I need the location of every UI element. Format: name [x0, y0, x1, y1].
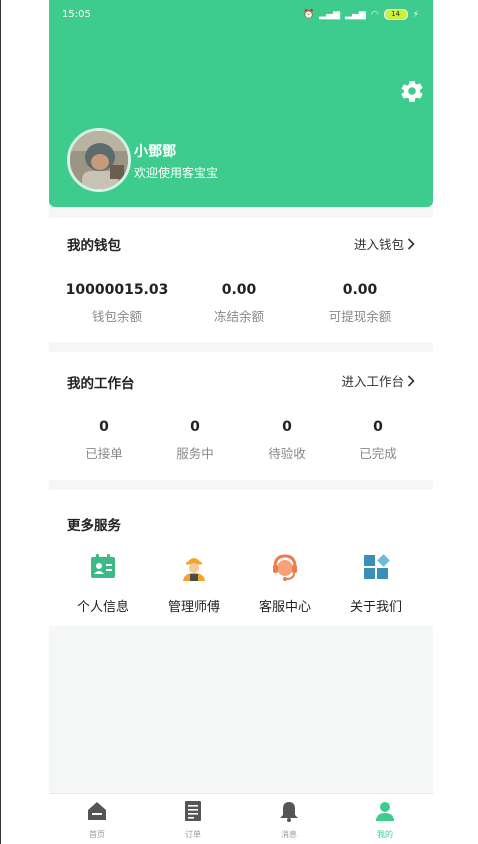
enter-workbench-link[interactable]: 进入工作台 [341, 371, 415, 390]
chevron-right-icon [407, 374, 415, 387]
app-screen: 15:05 ⏰ ▂▄▆ ▂▄▆ ◠ 14 ⚡ 小鄧鄧 欢迎使用客宝宝 我的钱包 … [49, 0, 433, 844]
order-icon [185, 801, 201, 821]
chevron-right-icon [407, 237, 415, 250]
service-about-us[interactable]: 关于我们 [331, 552, 421, 615]
wifi-icon: ◠ [370, 9, 379, 20]
service-label: 关于我们 [349, 600, 402, 615]
signal-icon: ▂▄▆ [319, 9, 341, 20]
stat-label: 冻结余额 [213, 309, 264, 324]
frame-border [0, 0, 1, 844]
wallet-title: 我的钱包 [67, 238, 121, 254]
stat-label: 钱包余额 [91, 309, 142, 324]
settings-gear-icon[interactable] [399, 78, 425, 104]
stat-withdrawable-balance[interactable]: 0.00 可提现余额 [305, 282, 415, 325]
services-card: 更多服务 个人信息 管理师傅 客服中心 关于我们 [49, 490, 433, 626]
tab-home[interactable]: 首页 [49, 800, 145, 840]
avatar-photo [70, 131, 128, 189]
bell-icon [280, 802, 298, 822]
worker-icon [183, 558, 205, 581]
stat-label: 可提现余额 [328, 309, 392, 324]
battery-icon: 14 [383, 9, 408, 20]
headset-icon [273, 554, 297, 581]
stat-completed[interactable]: 0 已完成 [323, 419, 433, 462]
wallet-card: 我的钱包 进入钱包 10000015.03 钱包余额 0.00 冻结余额 0.0… [49, 218, 433, 342]
stat-frozen-balance[interactable]: 0.00 冻结余额 [184, 282, 294, 325]
enter-workbench-label: 进入工作台 [341, 374, 404, 389]
user-name: 小鄧鄧 [134, 144, 176, 160]
home-icon [88, 802, 106, 820]
services-title: 更多服务 [67, 518, 121, 534]
service-personal-info[interactable]: 个人信息 [58, 552, 148, 615]
service-manage-workers[interactable]: 管理师傅 [149, 552, 239, 615]
workbench-card: 我的工作台 进入工作台 0 已接单 0 服务中 0 待验收 0 已完成 [49, 352, 433, 480]
status-bar: 15:05 ⏰ ▂▄▆ ▂▄▆ ◠ 14 ⚡ [49, 6, 433, 28]
tab-label: 消息 [281, 830, 297, 839]
status-icons: ⏰ ▂▄▆ ▂▄▆ ◠ 14 ⚡ [303, 9, 419, 20]
tab-label: 订单 [185, 830, 201, 839]
tab-orders[interactable]: 订单 [145, 800, 241, 840]
profile-header: 15:05 ⏰ ▂▄▆ ▂▄▆ ◠ 14 ⚡ 小鄧鄧 欢迎使用客宝宝 [49, 0, 433, 207]
stat-label: 已完成 [359, 446, 397, 461]
service-customer-center[interactable]: 客服中心 [240, 552, 330, 615]
id-card-icon [91, 554, 115, 578]
tab-label: 我的 [377, 830, 393, 839]
user-icon [376, 802, 394, 821]
signal-icon-2: ▂▄▆ [345, 9, 366, 20]
enter-wallet-label: 进入钱包 [353, 237, 404, 252]
service-label: 管理师傅 [167, 600, 220, 615]
stat-value: 0.00 [342, 282, 378, 298]
status-time: 15:05 [62, 9, 91, 20]
workbench-title: 我的工作台 [67, 376, 135, 392]
grid-icon [364, 554, 390, 579]
alarm-icon: ⏰ [303, 9, 315, 20]
bottom-tabbar: 首页 订单 消息 我的 [49, 793, 433, 844]
service-label: 客服中心 [258, 600, 311, 615]
stat-value: 0.00 [221, 282, 257, 298]
service-label: 个人信息 [76, 600, 129, 615]
avatar[interactable] [67, 128, 131, 192]
tab-label: 首页 [89, 830, 105, 839]
welcome-text: 欢迎使用客宝宝 [134, 166, 219, 180]
tab-messages[interactable]: 消息 [241, 800, 337, 840]
charging-icon: ⚡ [412, 9, 419, 20]
stat-wallet-balance[interactable]: 10000015.03 钱包余额 [62, 282, 172, 325]
enter-wallet-link[interactable]: 进入钱包 [354, 234, 415, 253]
stat-value: 10000015.03 [65, 282, 169, 298]
stat-value: 0 [373, 419, 383, 435]
tab-profile[interactable]: 我的 [337, 800, 433, 840]
